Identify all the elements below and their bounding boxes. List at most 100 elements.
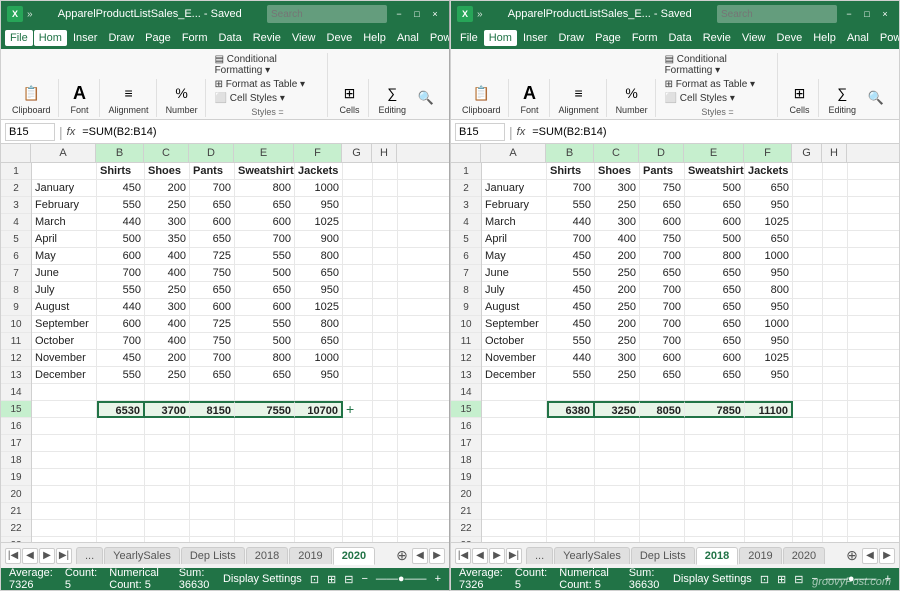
left-cell-e7[interactable]: 500: [235, 265, 295, 282]
close-btn-left[interactable]: ×: [427, 7, 443, 21]
r-r19-a[interactable]: [482, 469, 547, 486]
left-cell-h4[interactable]: [373, 214, 398, 231]
l-r18-a[interactable]: [32, 452, 97, 469]
left-row-7[interactable]: 7: [1, 265, 31, 282]
menu-file-right[interactable]: File: [455, 30, 483, 46]
left-cell-e10[interactable]: 550: [235, 316, 295, 333]
left-cell-f3[interactable]: 950: [295, 197, 343, 214]
left-zoom-plus[interactable]: +: [435, 573, 441, 585]
right-cell-f9[interactable]: 950: [745, 299, 793, 316]
left-cell-d7[interactable]: 750: [190, 265, 235, 282]
right-cell-f10[interactable]: 1000: [745, 316, 793, 333]
left-cell-d9[interactable]: 600: [190, 299, 235, 316]
menu-data-left[interactable]: Data: [213, 30, 246, 46]
right-cell-g1[interactable]: [793, 163, 823, 180]
left-cell-f6[interactable]: 800: [295, 248, 343, 265]
right-cell-f3[interactable]: 950: [745, 197, 793, 214]
left-cell-b10[interactable]: 600: [97, 316, 145, 333]
alignment-btn-left[interactable]: ≡ Alignment: [106, 79, 152, 117]
right-cell-d11[interactable]: 700: [640, 333, 685, 350]
r-r19-c[interactable]: [595, 469, 640, 486]
right-row-5[interactable]: 5: [451, 231, 481, 248]
right-scroll-right[interactable]: ▶: [879, 548, 895, 564]
left-cell-f15[interactable]: 10700: [295, 401, 343, 418]
right-cell-a12[interactable]: November: [482, 350, 547, 367]
r-r21-a[interactable]: [482, 503, 547, 520]
right-cell-h7[interactable]: [823, 265, 848, 282]
right-cell-b6[interactable]: 450: [547, 248, 595, 265]
right-row-2[interactable]: 2: [451, 180, 481, 197]
right-cell-c14[interactable]: [595, 384, 640, 401]
right-cell-a10[interactable]: September: [482, 316, 547, 333]
font-btn-right[interactable]: A Font: [515, 79, 545, 117]
left-cell-h5[interactable]: [373, 231, 398, 248]
left-cell-c6[interactable]: 400: [145, 248, 190, 265]
right-row-13[interactable]: 13: [451, 367, 481, 384]
right-cell-f7[interactable]: 950: [745, 265, 793, 282]
left-row-16[interactable]: 16: [1, 418, 31, 435]
left-cell-g8[interactable]: [343, 282, 373, 299]
right-cell-e11[interactable]: 650: [685, 333, 745, 350]
l-r17-h[interactable]: [373, 435, 398, 452]
menu-insert-right[interactable]: Inser: [518, 30, 552, 46]
right-cell-h15[interactable]: [823, 401, 848, 418]
left-tab-ellipsis[interactable]: ...: [76, 547, 103, 564]
right-row-18[interactable]: 18: [451, 452, 481, 469]
clipboard-btn-left[interactable]: 📋 Clipboard: [9, 79, 54, 117]
menu-insert-left[interactable]: Inser: [68, 30, 102, 46]
r-r17-e[interactable]: [685, 435, 745, 452]
menu-draw-right[interactable]: Draw: [553, 30, 589, 46]
left-cell-d15[interactable]: 8150: [190, 401, 235, 418]
r-r20-a[interactable]: [482, 486, 547, 503]
left-cell-d3[interactable]: 650: [190, 197, 235, 214]
left-cell-h11[interactable]: [373, 333, 398, 350]
right-cell-d1[interactable]: Pants: [640, 163, 685, 180]
l-r20-c[interactable]: [145, 486, 190, 503]
right-cell-h11[interactable]: [823, 333, 848, 350]
left-cell-e13[interactable]: 650: [235, 367, 295, 384]
r-r21-b[interactable]: [547, 503, 595, 520]
left-cell-d1[interactable]: Pants: [190, 163, 235, 180]
right-cell-d2[interactable]: 750: [640, 180, 685, 197]
right-cell-g13[interactable]: [793, 367, 823, 384]
left-tab-2019[interactable]: 2019: [289, 547, 331, 564]
l-r19-b[interactable]: [97, 469, 145, 486]
right-cell-c4[interactable]: 300: [595, 214, 640, 231]
l-r22-c[interactable]: [145, 520, 190, 537]
menu-page-left[interactable]: Page: [140, 30, 176, 46]
left-cell-g9[interactable]: [343, 299, 373, 316]
right-cell-f4[interactable]: 1025: [745, 214, 793, 231]
right-col-c[interactable]: C: [594, 144, 639, 162]
right-cell-g14[interactable]: [793, 384, 823, 401]
left-cell-c12[interactable]: 200: [145, 350, 190, 367]
right-row-9[interactable]: 9: [451, 299, 481, 316]
left-cell-h14[interactable]: [373, 384, 398, 401]
left-cell-b14[interactable]: [97, 384, 145, 401]
r-r18-e[interactable]: [685, 452, 745, 469]
right-add-sheet-btn[interactable]: ⊕: [842, 546, 862, 566]
cells-btn-right[interactable]: ⊞ Cells: [784, 79, 814, 117]
left-view-page-icon[interactable]: ⊞: [327, 573, 336, 586]
left-cell-b9[interactable]: 440: [97, 299, 145, 316]
left-cell-a9[interactable]: August: [32, 299, 97, 316]
left-row-6[interactable]: 6: [1, 248, 31, 265]
left-row-11[interactable]: 11: [1, 333, 31, 350]
r-r16-e[interactable]: [685, 418, 745, 435]
menu-draw-left[interactable]: Draw: [103, 30, 139, 46]
left-cell-b8[interactable]: 550: [97, 282, 145, 299]
r-r20-d[interactable]: [640, 486, 685, 503]
right-tab-2019[interactable]: 2019: [739, 547, 781, 564]
left-cell-a11[interactable]: October: [32, 333, 97, 350]
right-cell-h5[interactable]: [823, 231, 848, 248]
cell-styles-btn-right[interactable]: ⬜ Cell Styles ▾: [662, 92, 774, 105]
l-r20-b[interactable]: [97, 486, 145, 503]
right-cell-f12[interactable]: 1025: [745, 350, 793, 367]
left-row-17[interactable]: 17: [1, 435, 31, 452]
font-btn-left[interactable]: A Font: [65, 79, 95, 117]
r-r16-c[interactable]: [595, 418, 640, 435]
right-cell-e1[interactable]: Sweatshirt: [685, 163, 745, 180]
left-view-break-icon[interactable]: ⊟: [344, 573, 353, 586]
left-cell-c8[interactable]: 250: [145, 282, 190, 299]
left-cell-f5[interactable]: 900: [295, 231, 343, 248]
l-r19-g[interactable]: [343, 469, 373, 486]
